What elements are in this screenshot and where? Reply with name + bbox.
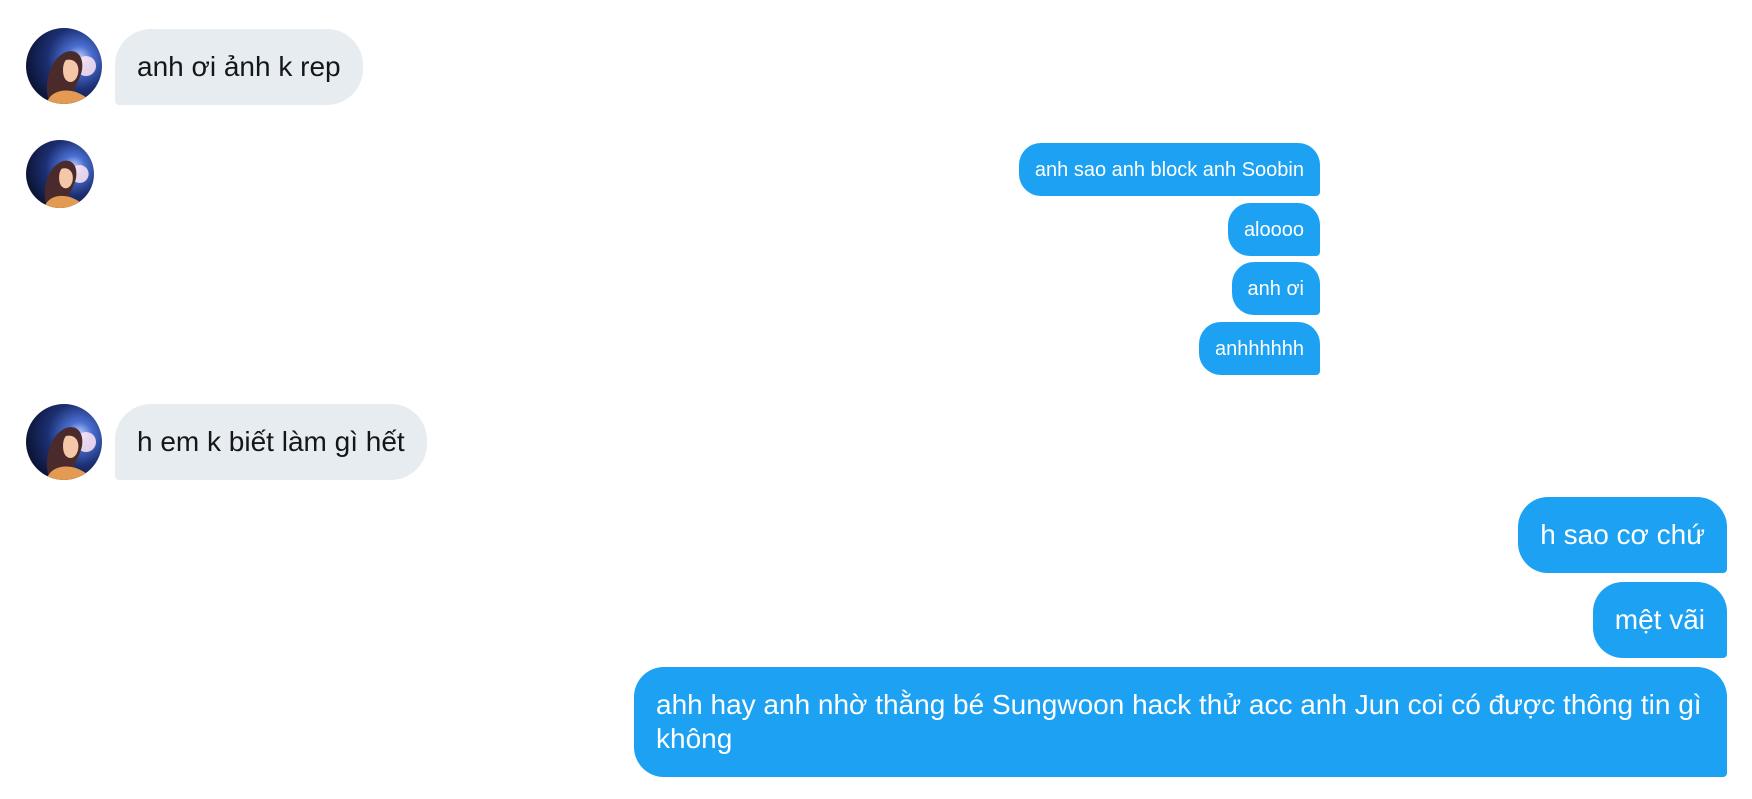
message-text: anhhhhhh — [1215, 337, 1304, 360]
outgoing-message[interactable]: anh sao anh block anh Soobin — [1018, 143, 1320, 196]
outgoing-message[interactable]: aloooo — [1227, 203, 1320, 256]
message-text: h em k biết làm gì hết — [137, 426, 405, 458]
outgoing-message[interactable]: ahh hay anh nhờ thằng bé Sungwoon hack t… — [634, 667, 1727, 777]
message-text: h sao cơ chứ — [1540, 519, 1705, 551]
avatar-portrait-icon — [46, 427, 96, 480]
message-text: anh ơi ảnh k rep — [137, 51, 341, 83]
message-text: anh ơi — [1247, 277, 1304, 300]
outgoing-message[interactable]: h sao cơ chứ — [1518, 497, 1727, 573]
avatar-portrait-icon — [46, 51, 96, 104]
outgoing-message[interactable]: mệt vãi — [1592, 582, 1727, 658]
incoming-message[interactable]: h em k biết làm gì hết — [115, 404, 427, 480]
avatar-portrait-icon — [43, 160, 89, 208]
outgoing-message[interactable]: anhhhhhh — [1199, 322, 1320, 375]
contact-avatar[interactable] — [26, 404, 102, 480]
message-text: ahh hay anh nhờ thằng bé Sungwoon hack t… — [656, 689, 1702, 754]
incoming-message[interactable]: anh ơi ảnh k rep — [115, 29, 363, 105]
message-text: aloooo — [1243, 218, 1304, 241]
message-text: mệt vãi — [1614, 604, 1705, 636]
outgoing-message[interactable]: anh ơi — [1231, 262, 1320, 315]
message-text: anh sao anh block anh Soobin — [1034, 158, 1304, 181]
contact-avatar[interactable] — [26, 28, 102, 104]
contact-avatar[interactable] — [26, 140, 94, 208]
